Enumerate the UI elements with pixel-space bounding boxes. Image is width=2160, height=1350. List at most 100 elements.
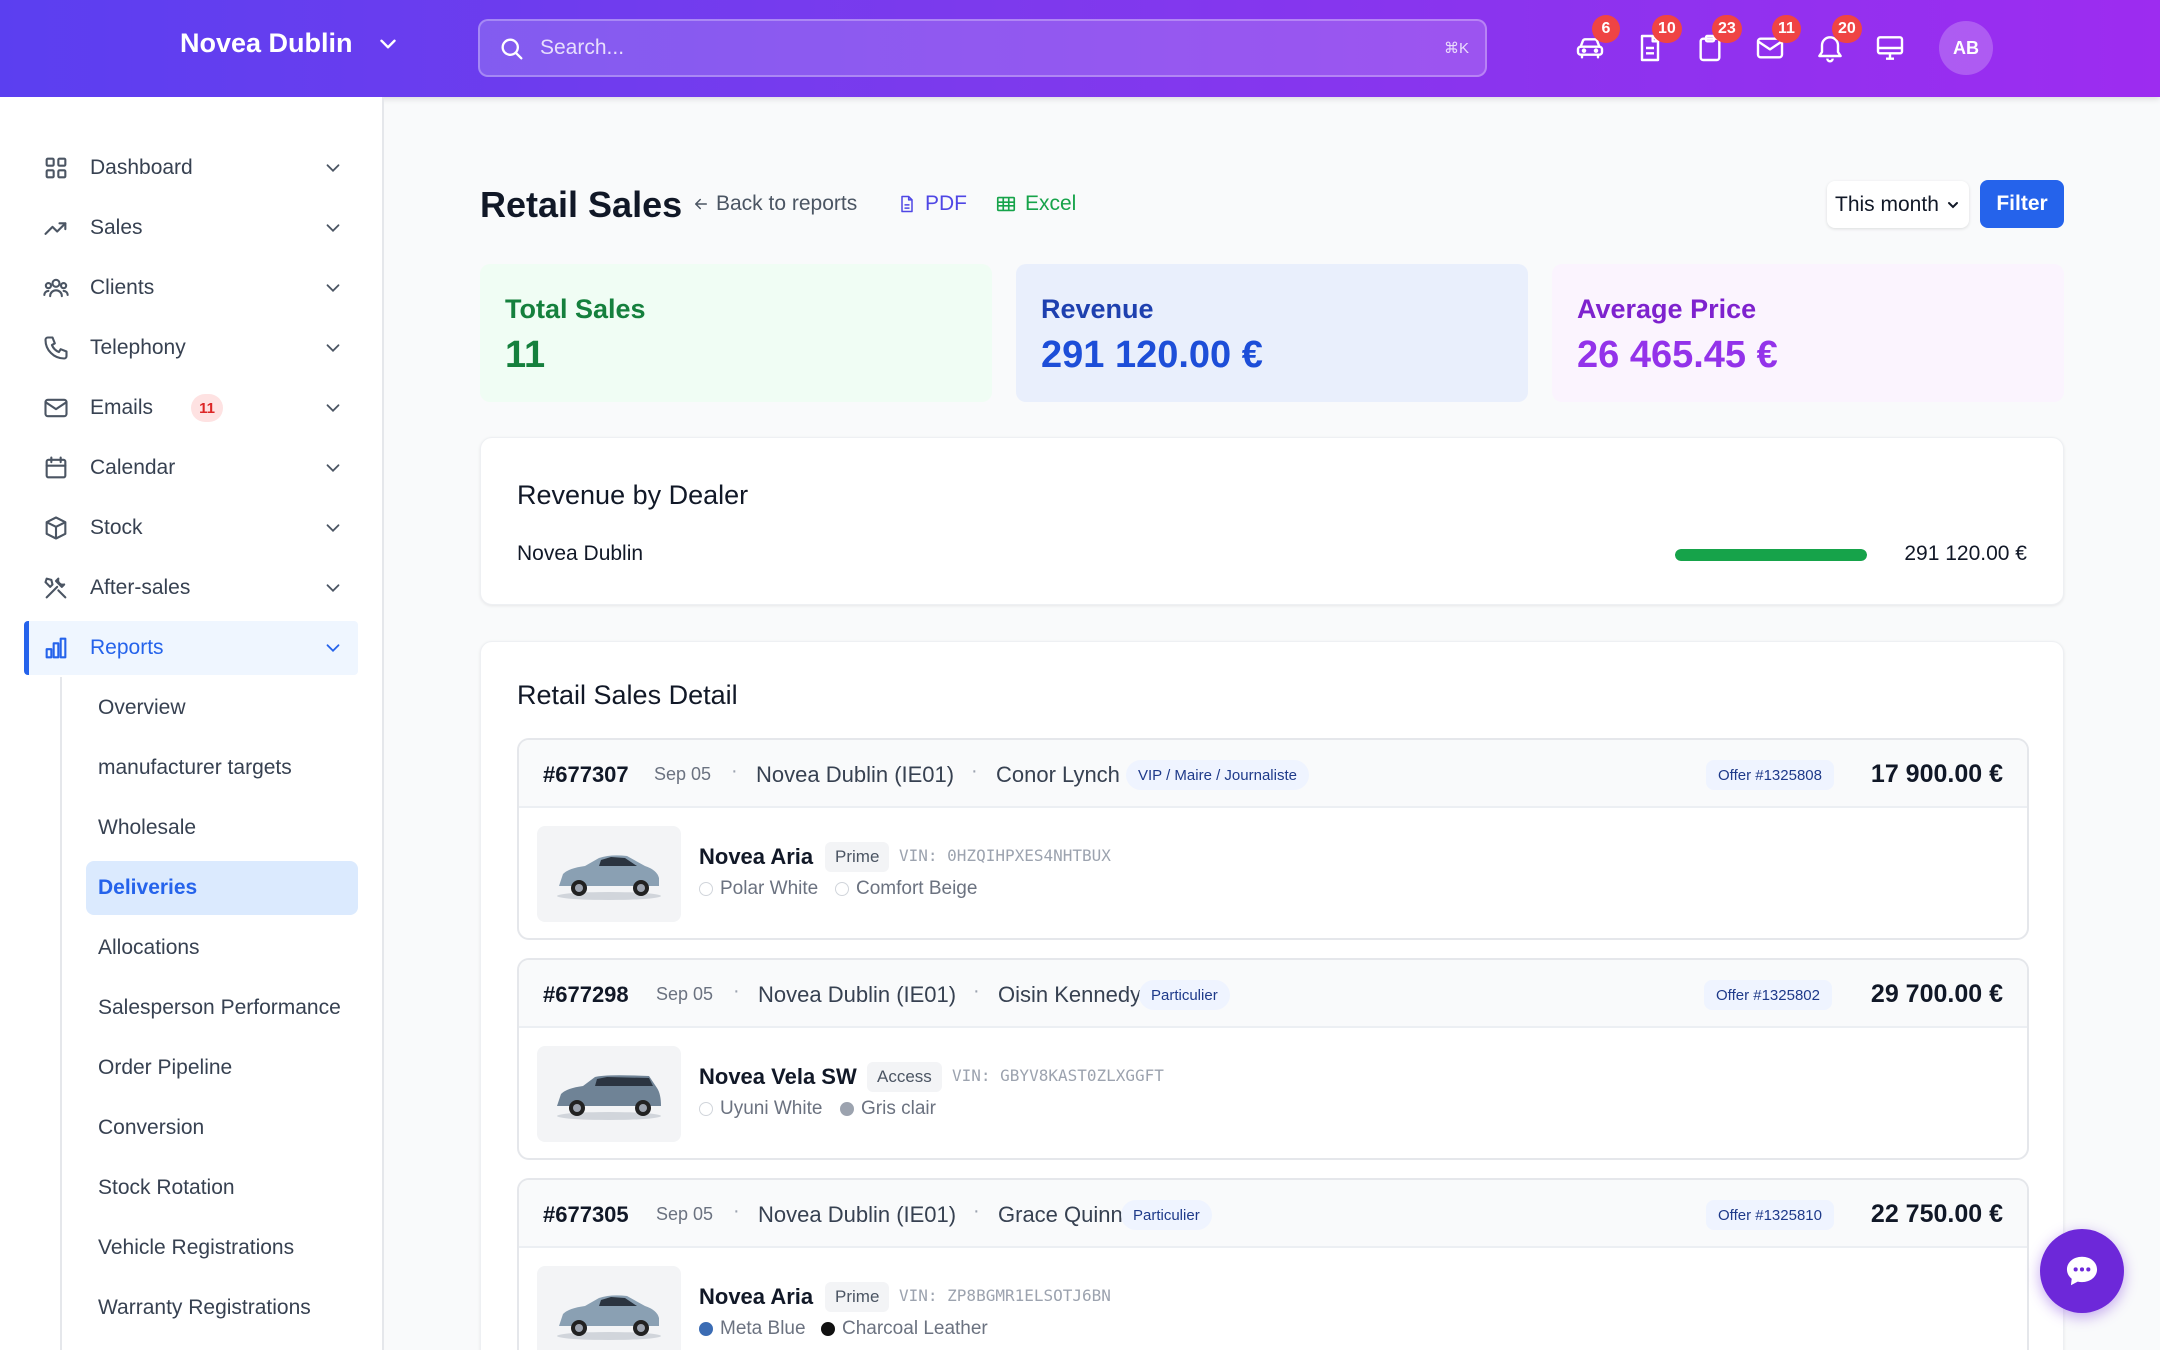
chevron-down-icon — [1947, 201, 1958, 208]
mail-button[interactable]: 11 — [1754, 15, 1801, 64]
separator: · — [971, 760, 978, 782]
subnav-item-vehicle-registrations[interactable]: Vehicle Registrations — [86, 1221, 358, 1275]
export-pdf-button[interactable]: PDF — [897, 192, 967, 216]
stat-value: 26 465.45 € — [1577, 334, 1778, 376]
sidebar-item-stock[interactable]: Stock — [24, 501, 358, 555]
subnav-item-order-pipeline[interactable]: Order Pipeline — [86, 1041, 358, 1095]
mail-icon — [44, 398, 68, 418]
subnav-rail — [60, 677, 62, 1350]
documents-button[interactable]: 10 — [1634, 15, 1682, 64]
file-icon — [901, 195, 913, 213]
separator: · — [733, 980, 740, 1002]
sale-client[interactable]: Oisin Kennedy — [998, 982, 1141, 1008]
total-sales-card: Total Sales 11 — [480, 264, 992, 402]
stat-value: 291 120.00 € — [1041, 334, 1263, 376]
chevron-down-icon — [326, 224, 340, 233]
subnav-item-wholesale[interactable]: Wholesale — [86, 801, 358, 855]
interior-colour: Gris clair — [840, 1098, 936, 1120]
avatar[interactable]: AB — [1939, 21, 1993, 75]
tasks-button[interactable]: 23 — [1694, 15, 1742, 64]
subnav-item-conversion[interactable]: Conversion — [86, 1101, 358, 1155]
exterior-colour: Uyuni White — [699, 1098, 822, 1120]
stat-label: Average Price — [1577, 294, 1757, 324]
sidebar: Dashboard Sales Clients Telephony Emails… — [0, 97, 384, 1350]
monitor-icon — [1876, 36, 1904, 60]
pdf-label: PDF — [925, 192, 967, 215]
separator: · — [973, 1200, 980, 1222]
subnav-item-overview[interactable]: Overview — [86, 681, 358, 735]
car-button[interactable]: 6 — [1574, 15, 1620, 64]
export-excel-button[interactable]: Excel — [995, 192, 1076, 216]
car-image — [557, 1075, 661, 1120]
search-shortcut: ⌘K — [1443, 40, 1469, 57]
card-title: Revenue by Dealer — [517, 480, 749, 510]
users-icon — [43, 278, 69, 298]
subnav-item-deliveries[interactable]: Deliveries — [86, 861, 358, 915]
subnav-item-label: Stock Rotation — [98, 1176, 235, 1199]
dealer-name: Novea Dublin — [180, 28, 353, 58]
sale-row[interactable]: #677307 Sep 05 · Novea Dublin (IE01) · C… — [517, 738, 2029, 940]
revenue-card: Revenue 291 120.00 € — [1016, 264, 1528, 402]
sale-row[interactable]: #677298 Sep 05 · Novea Dublin (IE01) · O… — [517, 958, 2029, 1160]
sidebar-item-label: Stock — [90, 516, 143, 539]
subnav-item-manufacturer-targets[interactable]: manufacturer targets — [86, 741, 358, 795]
vehicle-trim: Prime — [825, 1282, 890, 1312]
sale-price: 29 700.00 € — [1870, 980, 2003, 1008]
dealer-switcher[interactable]: Novea Dublin — [180, 28, 401, 59]
stat-label: Revenue — [1041, 294, 1154, 324]
sidebar-item-emails[interactable]: Emails 11 — [24, 381, 358, 435]
sale-client[interactable]: Grace Quinn — [998, 1202, 1123, 1228]
emails-count-badge: 11 — [191, 394, 223, 422]
sidebar-item-label: Calendar — [90, 456, 176, 479]
sale-order-id[interactable]: #677298 — [543, 982, 629, 1008]
back-to-reports-link[interactable]: Back to reports — [692, 192, 857, 216]
sale-header: #677307 Sep 05 · Novea Dublin (IE01) · C… — [519, 740, 2027, 808]
vehicle-thumbnail — [537, 1266, 681, 1350]
offer-badge[interactable]: Offer #1325802 — [1704, 980, 1832, 1010]
sidebar-item-sales[interactable]: Sales — [24, 201, 358, 255]
sidebar-item-telephony[interactable]: Telephony — [24, 321, 358, 375]
sidebar-item-label: Telephony — [90, 336, 186, 359]
colour-swatch — [821, 1322, 835, 1336]
colour-swatch — [835, 882, 849, 896]
search-bar[interactable]: ⌘K — [478, 19, 1487, 77]
revenue-by-dealer-card: Revenue by Dealer Novea Dublin 291 120.0… — [480, 437, 2064, 605]
calendar-icon — [45, 456, 67, 479]
chevron-down-icon — [326, 524, 340, 533]
sidebar-item-dashboard[interactable]: Dashboard — [24, 141, 358, 195]
exterior-colour: Meta Blue — [699, 1318, 806, 1340]
sale-order-id[interactable]: #677305 — [543, 1202, 629, 1228]
subnav-item-stock-rotation[interactable]: Stock Rotation — [86, 1161, 358, 1215]
subnav-item-salesperson-performance[interactable]: Salesperson Performance — [86, 981, 358, 1035]
sale-order-id[interactable]: #677307 — [543, 762, 629, 788]
stat-label: Total Sales — [505, 294, 646, 324]
interior-colour: Charcoal Leather — [821, 1318, 988, 1340]
subnav-item-warranty-registrations[interactable]: Warranty Registrations — [86, 1281, 358, 1335]
client-tag: Particulier — [1121, 1200, 1212, 1230]
offer-badge[interactable]: Offer #1325810 — [1706, 1200, 1834, 1230]
vehicle-thumbnail — [537, 1046, 681, 1142]
sidebar-item-reports[interactable]: Reports — [24, 621, 358, 675]
chat-button[interactable] — [2040, 1229, 2124, 1313]
sidebar-item-label: Sales — [90, 216, 143, 239]
bar-chart-icon — [45, 637, 67, 659]
period-select[interactable]: This month — [1827, 181, 1969, 228]
notification-badge: 10 — [1652, 15, 1682, 43]
notifications-button[interactable]: 20 — [1814, 15, 1862, 64]
sidebar-item-label: Clients — [90, 276, 155, 299]
chevron-down-icon — [379, 39, 396, 48]
interior-colour: Comfort Beige — [835, 878, 977, 900]
sidebar-item-calendar[interactable]: Calendar — [24, 441, 358, 495]
sale-client[interactable]: Conor Lynch — [996, 762, 1120, 788]
arrow-left-icon — [695, 198, 707, 210]
dealer-revenue-bar — [1675, 549, 1867, 561]
filter-button[interactable]: Filter — [1980, 180, 2064, 228]
subnav-item-allocations[interactable]: Allocations — [86, 921, 358, 975]
sidebar-item-clients[interactable]: Clients — [24, 261, 358, 315]
screen-button[interactable] — [1874, 32, 1906, 64]
offer-badge[interactable]: Offer #1325808 — [1706, 760, 1834, 790]
sidebar-item-after-sales[interactable]: After-sales — [24, 561, 358, 615]
sale-row[interactable]: #677305 Sep 05 · Novea Dublin (IE01) · G… — [517, 1178, 2029, 1350]
search-input[interactable] — [540, 31, 1400, 65]
sale-price: 17 900.00 € — [1870, 760, 2003, 788]
